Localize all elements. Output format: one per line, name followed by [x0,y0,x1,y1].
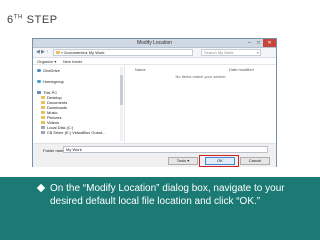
slide-title-suffix: TH [13,14,23,21]
nav-item-label: Homegroup [43,79,64,84]
dialog-titlebar: Modify Location – □ ✕ [33,39,276,48]
slide-title-number: 6 [7,14,14,26]
nav-item-shared-drive[interactable]: C$ Shine (E:) VirtualBox Guest... [41,130,105,135]
nav-item-homegroup[interactable]: Homegroup [37,79,64,84]
folder-icon [56,51,60,55]
breadcrumb[interactable]: « Documents ▸ My Work [53,49,193,56]
nav-item-onedrive[interactable]: OneDrive [37,68,60,73]
dialog-footer: Folder name: My Work Tools ▾ OK Cancel [33,143,276,167]
column-header-name[interactable]: Name [135,67,146,72]
column-header-date-modified[interactable]: Date modified [229,67,254,72]
new-folder-button[interactable]: New folder [63,58,82,65]
cloud-icon [37,69,41,73]
window-controls: – □ ✕ [245,39,276,47]
nav-item-label: OneDrive [43,68,60,73]
folder-icon [41,121,45,125]
empty-message: No items match your search. [175,74,227,79]
computer-icon [37,91,41,95]
search-placeholder: Search My Work [204,50,234,55]
caption-band: On the “Modify Location” dialog box, nav… [0,177,320,240]
search-input[interactable]: Search My Work ⌕ [201,49,261,56]
back-arrow-icon[interactable]: ◀ [36,49,40,55]
organize-menu[interactable]: Organize ▾ [37,58,56,65]
folder-icon [41,116,45,120]
modify-location-dialog: Modify Location – □ ✕ ◀ ▶ ↑ « Documents … [32,38,277,167]
tools-button[interactable]: Tools ▾ [168,157,198,165]
close-button[interactable]: ✕ [263,39,276,47]
homegroup-icon [37,80,41,84]
folder-icon [41,106,45,110]
slide-title-word: STEP [22,14,58,26]
forward-arrow-icon[interactable]: ▶ [41,49,45,55]
nav-scroll-thumb[interactable] [120,75,123,105]
cancel-button[interactable]: Cancel [240,157,270,165]
folder-icon [41,111,45,115]
step-caption: On the “Modify Location” dialog box, nav… [50,183,285,207]
dialog-title: Modify Location [136,40,173,46]
navigation-pane: OneDrive Homegroup This PC Desktop Docum… [33,65,125,143]
drive-icon [41,131,45,135]
minimize-button[interactable]: – [245,39,254,47]
file-list: Name Date modified No items match your s… [125,65,277,143]
folder-icon [41,101,45,105]
breadcrumb-path: « Documents ▸ My Work [61,50,105,55]
folder-icon [41,96,45,100]
nav-scrollbar[interactable] [120,67,123,141]
nav-item-label: C$ Shine (E:) VirtualBox Guest... [47,130,106,135]
slide-title: 6TH STEP [7,14,58,26]
diamond-bullet-icon [36,183,46,193]
folder-name-field[interactable]: My Work [63,146,268,153]
up-arrow-icon[interactable]: ↑ [46,49,49,55]
ok-highlight-box [199,155,239,167]
search-icon[interactable]: ⌕ [257,50,259,56]
drive-icon [41,126,45,130]
address-bar: ◀ ▶ ↑ « Documents ▸ My Work Search My Wo… [33,48,276,58]
dialog-toolbar: Organize ▾ New folder [33,58,276,65]
folder-name-value: My Work [66,147,82,152]
maximize-button[interactable]: □ [254,39,263,47]
